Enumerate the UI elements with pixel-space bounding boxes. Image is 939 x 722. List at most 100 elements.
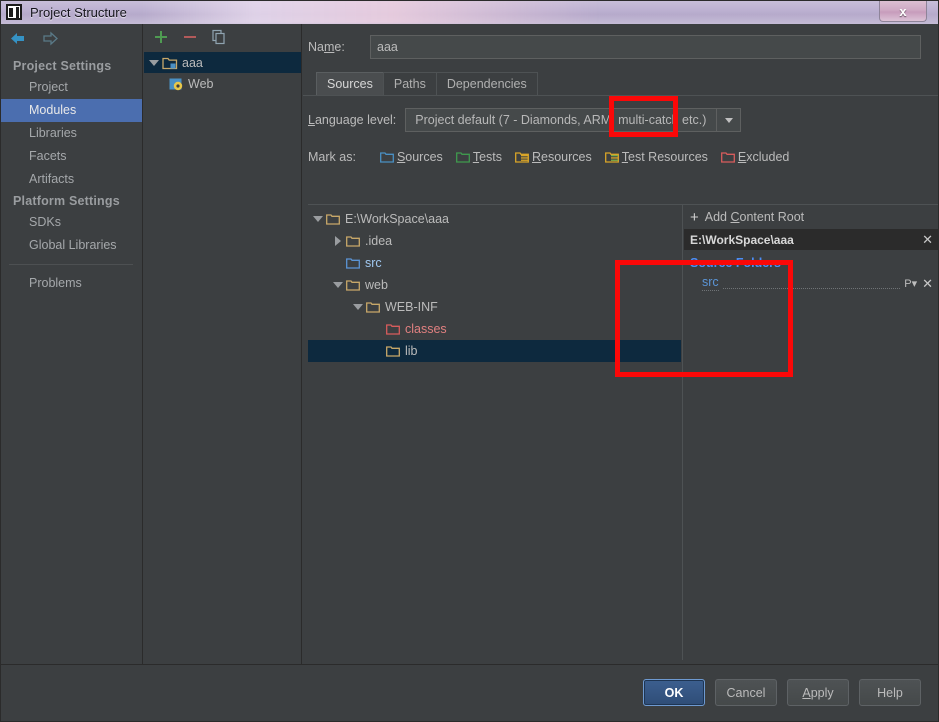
settings-sidebar: Project Settings Project Modules Librari…: [0, 24, 143, 664]
tree-row-label: web: [365, 278, 388, 292]
plus-icon: +: [690, 208, 699, 226]
close-icon[interactable]: ✕: [922, 277, 933, 290]
close-icon[interactable]: ✕: [922, 233, 933, 246]
module-editor: Name: Sources Paths Dependencies Languag…: [303, 24, 939, 664]
modules-tree: aaa Web: [144, 50, 301, 94]
language-level-value: Project default (7 - Diamonds, ARM, mult…: [415, 113, 707, 127]
module-icon: [162, 55, 178, 71]
chevron-down-icon[interactable]: [148, 57, 160, 69]
dialog-body: Project Settings Project Modules Librari…: [0, 24, 939, 722]
tree-row[interactable]: classes: [308, 318, 681, 340]
chevron-down-icon[interactable]: [352, 301, 364, 313]
content-roots-area: E:\WorkSpace\aaa .idea src web WEB-INF c…: [308, 204, 939, 660]
mark-as-tests-label: Tests: [472, 150, 502, 164]
sources-folder-icon: [379, 151, 394, 163]
tree-row-label: src: [365, 256, 382, 270]
source-folder-name: src: [702, 275, 719, 291]
tree-row-label: E:\WorkSpace\aaa: [345, 212, 449, 226]
copy-icon[interactable]: [211, 29, 227, 45]
mark-as-tests-button[interactable]: Tests: [455, 150, 502, 164]
resources-folder-icon: [515, 151, 529, 163]
folder-icon: [386, 345, 400, 357]
module-name-label: Name:: [308, 40, 345, 54]
sidebar-item-global-libraries[interactable]: Global Libraries: [0, 234, 142, 257]
package-prefix-icon[interactable]: P▾: [904, 277, 917, 290]
apply-button[interactable]: Apply: [787, 679, 849, 706]
sidebar-group-project-settings: Project Settings: [13, 59, 112, 73]
tree-row-label: lib: [405, 344, 418, 358]
language-level-label: Language level:: [308, 113, 397, 127]
modules-toolbar: [144, 24, 301, 50]
web-facet-icon: [168, 76, 184, 92]
source-folder-entry[interactable]: src P▾ ✕: [684, 273, 939, 293]
tab-sources[interactable]: Sources: [316, 72, 384, 95]
forward-arrow-icon[interactable]: [41, 31, 59, 46]
tree-row[interactable]: WEB-INF: [308, 296, 681, 318]
ok-button[interactable]: OK: [643, 679, 705, 706]
tree-row-label: classes: [405, 322, 447, 336]
sidebar-list: Project Settings Project Modules Librari…: [0, 52, 142, 295]
tab-dependencies[interactable]: Dependencies: [435, 72, 538, 95]
tree-row[interactable]: src: [308, 252, 681, 274]
excluded-folder-icon: [720, 151, 735, 163]
tab-paths[interactable]: Paths: [382, 72, 437, 95]
sidebar-item-problems[interactable]: Problems: [0, 272, 142, 295]
sidebar-item-modules[interactable]: Modules: [0, 99, 142, 122]
folder-icon: [366, 301, 380, 313]
mark-as-row: Mark as: Sources Tests Resources Test Re…: [303, 145, 939, 169]
mark-as-excluded-label: Excluded: [737, 150, 790, 164]
language-level-row: Language level: Project default (7 - Dia…: [303, 105, 939, 135]
tree-row[interactable]: .idea: [308, 230, 681, 252]
chevron-right-icon[interactable]: [332, 235, 344, 247]
modules-panel: aaa Web: [144, 24, 302, 664]
facet-label: Web: [188, 76, 214, 91]
content-root-path: E:\WorkSpace\aaa: [690, 232, 794, 247]
sidebar-item-project[interactable]: Project: [0, 76, 142, 99]
tree-row[interactable]: web: [308, 274, 681, 296]
add-content-root-label: Add Content Root: [704, 210, 805, 224]
tree-row-label: WEB-INF: [385, 300, 438, 314]
mark-as-resources-button[interactable]: Resources: [515, 150, 592, 164]
tree-row-label: .idea: [365, 234, 393, 248]
close-button[interactable]: x: [879, 1, 927, 22]
close-icon: x: [899, 3, 907, 19]
window-title: Project Structure: [30, 4, 127, 20]
module-name-row: Name:: [303, 32, 939, 62]
dotted-leader: [722, 277, 901, 289]
sidebar-item-facets[interactable]: Facets: [0, 145, 142, 168]
mark-as-excluded-button[interactable]: Excluded: [720, 150, 790, 164]
tests-folder-icon: [455, 151, 470, 163]
back-arrow-icon[interactable]: [9, 31, 27, 46]
cancel-button[interactable]: Cancel: [715, 679, 777, 706]
help-button[interactable]: Help: [859, 679, 921, 706]
tree-row[interactable]: lib: [308, 340, 681, 362]
content-roots-tree: E:\WorkSpace\aaa .idea src web WEB-INF c…: [308, 205, 681, 660]
mark-as-sources-button[interactable]: Sources: [379, 150, 443, 164]
mark-as-test-resources-button[interactable]: Test Resources: [604, 150, 708, 164]
plus-icon[interactable]: [153, 29, 169, 45]
content-root-entry[interactable]: E:\WorkSpace\aaa ✕: [684, 229, 939, 250]
folder-icon: [346, 279, 360, 291]
add-content-root-button[interactable]: + Add Content Root: [684, 205, 939, 229]
source-folders-title: Source Folders: [690, 256, 781, 270]
sidebar-item-sdks[interactable]: SDKs: [0, 211, 142, 234]
panel-divider: [682, 205, 683, 660]
sidebar-item-artifacts[interactable]: Artifacts: [0, 168, 142, 191]
minus-icon[interactable]: [182, 29, 198, 45]
module-name-input[interactable]: [370, 35, 921, 59]
folder-icon: [326, 213, 340, 225]
language-level-select[interactable]: Project default (7 - Diamonds, ARM, mult…: [405, 108, 742, 132]
excluded-folder-icon: [386, 323, 400, 335]
module-tabs: Sources Paths Dependencies: [303, 68, 939, 96]
mark-as-resources-label: Resources: [532, 150, 592, 164]
tree-row[interactable]: E:\WorkSpace\aaa: [308, 208, 681, 230]
sidebar-item-libraries[interactable]: Libraries: [0, 122, 142, 145]
module-item-aaa[interactable]: aaa: [144, 52, 301, 73]
chevron-down-icon[interactable]: [312, 213, 324, 225]
sidebar-navigation: [0, 24, 142, 52]
chevron-down-icon[interactable]: [716, 109, 740, 131]
facet-item-web[interactable]: Web: [144, 73, 301, 94]
content-root-details-panel: + Add Content Root E:\WorkSpace\aaa ✕ So…: [684, 205, 939, 660]
chevron-down-icon[interactable]: [332, 279, 344, 291]
project-structure-dialog: Project Structure x Project Settings Pro…: [0, 0, 939, 722]
